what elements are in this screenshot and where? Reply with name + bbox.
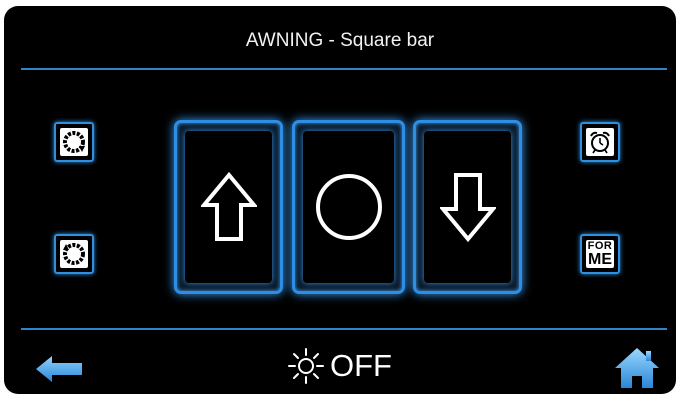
awning-control-screen: AWNING - Square bar FOR ME OFF: [4, 6, 676, 394]
for-me-label-line2: ME: [587, 250, 612, 268]
rotate-clockwise-icon: [60, 128, 88, 156]
back-button[interactable]: [34, 354, 84, 389]
stop-button[interactable]: [292, 120, 405, 294]
raise-button[interactable]: [174, 120, 283, 294]
rotate-clockwise-button[interactable]: [54, 122, 94, 162]
rotate-counterclockwise-button[interactable]: [54, 234, 94, 274]
bottom-divider: [21, 328, 667, 330]
home-icon: [615, 348, 659, 388]
top-divider: [21, 68, 667, 70]
for-me-label-line1: FOR: [587, 239, 613, 252]
lower-button[interactable]: [413, 120, 522, 294]
rotate-counterclockwise-icon: [60, 240, 88, 268]
for-me-button[interactable]: FOR ME: [580, 234, 620, 274]
timer-button[interactable]: [580, 122, 620, 162]
sun-icon: [288, 348, 324, 384]
stop-circle-icon: [315, 174, 382, 240]
arrow-down-icon: [439, 173, 496, 242]
status-text: OFF: [330, 348, 392, 383]
page-title: AWNING - Square bar: [245, 30, 435, 51]
status-indicator: OFF: [286, 346, 392, 386]
alarm-clock-icon: [586, 128, 614, 156]
arrow-up-icon: [200, 172, 257, 241]
home-button[interactable]: [614, 346, 660, 394]
for-me-icon: FOR ME: [586, 240, 614, 268]
back-arrow-icon: [36, 356, 82, 382]
